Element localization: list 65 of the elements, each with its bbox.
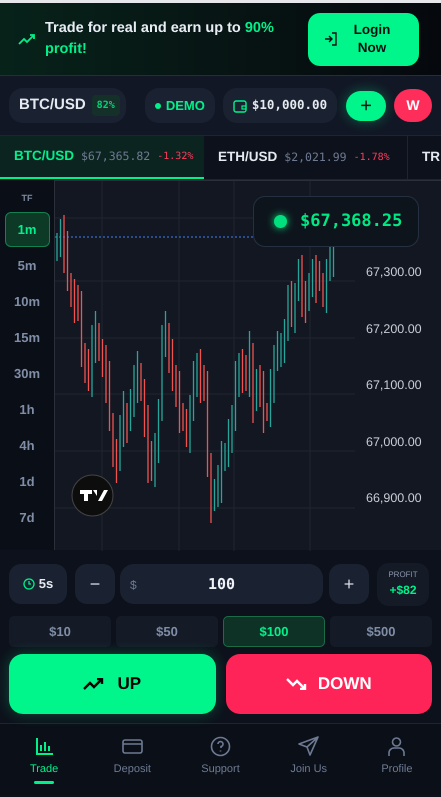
- live-price-badge: $67,368.25: [253, 196, 419, 247]
- timeframe-button[interactable]: 7d: [4, 500, 50, 535]
- profit-label: PROFIT: [388, 569, 418, 581]
- pair-label: BTC/USD: [19, 95, 86, 116]
- decrease-button[interactable]: −: [75, 564, 115, 604]
- amount-preset-button[interactable]: $10: [9, 616, 111, 647]
- ticker-tab[interactable]: ETH/USD $2,021.99 -1.78%: [204, 136, 408, 179]
- price-axis-label: 67,100.00: [366, 377, 422, 394]
- timeframe-button[interactable]: 30m: [4, 356, 50, 391]
- duration-selector[interactable]: 5s: [9, 564, 67, 604]
- paper-plane-icon: [298, 736, 320, 757]
- user-icon: [386, 736, 408, 757]
- pair-name: ETH/USD: [218, 148, 278, 166]
- amount-preset-button[interactable]: $50: [116, 616, 218, 647]
- price-axis-label: 67,300.00: [366, 264, 422, 281]
- timeframe-button[interactable]: 1m: [4, 212, 50, 247]
- demo-badge[interactable]: DEMO: [144, 88, 215, 123]
- ticker-price: $2,021.99: [284, 148, 347, 166]
- promo-text: Trade for real and earn up to 90% profit!: [45, 19, 275, 59]
- timeframe-button[interactable]: 5m: [4, 248, 50, 283]
- timeframe-button[interactable]: 1d: [4, 464, 50, 499]
- avatar-button[interactable]: W: [394, 89, 432, 122]
- ticker-price: $67,365.82: [81, 148, 150, 165]
- timeframe-button[interactable]: 1h: [4, 392, 50, 427]
- clock-icon: [22, 578, 35, 590]
- nav-tab[interactable]: Deposit: [88, 724, 176, 795]
- profit-value: +$82: [389, 582, 417, 599]
- bar-chart-icon: [34, 736, 55, 757]
- price-axis-label: 67,200.00: [366, 320, 422, 338]
- ticker-change: -1.78%: [354, 151, 390, 165]
- nav-tab[interactable]: Join Us: [264, 724, 353, 795]
- currency-symbol: $: [130, 577, 137, 594]
- nav-tab[interactable]: Profile: [352, 724, 441, 795]
- login-button[interactable]: Login Now: [308, 12, 419, 66]
- amount-preset-button[interactable]: $100: [223, 616, 325, 647]
- add-funds-button[interactable]: +: [346, 90, 386, 120]
- login-icon: [324, 32, 338, 46]
- payout-badge: 82%: [92, 95, 120, 116]
- pair-name: BTC/USD: [14, 147, 74, 166]
- pair-selector[interactable]: BTC/USD 82%: [9, 88, 126, 123]
- price-axis-label: 66,900.00: [366, 490, 422, 507]
- tradingview-logo-icon: [71, 474, 114, 517]
- timeframe-button[interactable]: 15m: [4, 320, 50, 355]
- down-button[interactable]: DOWN: [226, 654, 432, 714]
- trending-up-icon: [83, 678, 106, 690]
- trending-down-icon: [286, 678, 308, 690]
- trending-up-icon: [18, 33, 36, 45]
- ticker-tab[interactable]: BTC/USD $67,365.82 -1.32%: [0, 136, 204, 179]
- credit-card-icon: [122, 736, 143, 757]
- nav-tab[interactable]: Support: [176, 724, 265, 795]
- wallet-icon: [232, 98, 247, 112]
- balance-display[interactable]: $10,000.00: [222, 88, 338, 123]
- price-axis-label: 67,000.00: [366, 434, 422, 450]
- pair-name: TR: [422, 148, 440, 166]
- ticker-change: -1.32%: [157, 150, 194, 164]
- timeframe-label: TF: [22, 192, 32, 204]
- timeframe-button[interactable]: 4h: [4, 428, 50, 463]
- ticker-tab[interactable]: TR: [408, 136, 441, 179]
- active-indicator: [34, 781, 54, 784]
- up-button[interactable]: UP: [9, 654, 216, 714]
- help-icon: [210, 736, 231, 757]
- amount-preset-button[interactable]: $500: [330, 616, 432, 647]
- increase-button[interactable]: +: [329, 564, 369, 604]
- nav-tab[interactable]: Trade: [0, 724, 88, 795]
- timeframe-button[interactable]: 10m: [4, 284, 50, 319]
